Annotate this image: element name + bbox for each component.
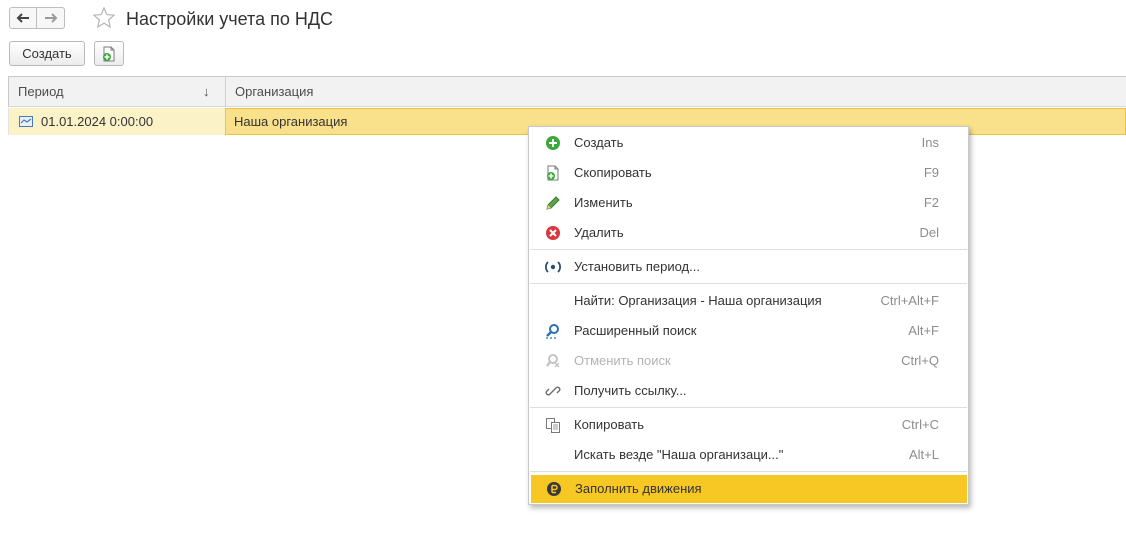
menu-item-shortcut: F2	[923, 195, 939, 210]
menu-item-label: Получить ссылку...	[574, 383, 687, 398]
menu-item-get-link[interactable]: Получить ссылку...	[530, 377, 967, 405]
add-copy-button[interactable]	[94, 41, 124, 66]
context-menu: Создать Ins Скопировать F9 Изменить F2 У…	[528, 126, 969, 505]
menu-item-shortcut: Ctrl+Alt+F	[880, 293, 939, 308]
link-icon	[545, 386, 561, 396]
menu-item-shortcut: Ctrl+Q	[901, 353, 939, 368]
period-icon	[545, 261, 561, 273]
menu-item-create[interactable]: Создать Ins	[530, 129, 967, 157]
create-button[interactable]: Создать	[9, 41, 85, 66]
menu-item-set-period[interactable]: Установить период...	[530, 253, 967, 281]
cell-period-text: 01.01.2024 0:00:00	[41, 114, 154, 129]
menu-item-shortcut: Ctrl+C	[901, 417, 939, 432]
menu-item-shortcut: Del	[919, 225, 939, 240]
menu-item-copy[interactable]: Копировать Ctrl+C	[530, 411, 967, 439]
sort-down-icon: ↓	[203, 84, 210, 99]
arrow-left-icon	[16, 13, 29, 23]
fill-movements-icon	[547, 482, 561, 496]
clipboard-copy-icon	[546, 418, 560, 433]
delete-red-icon	[546, 226, 560, 240]
add-green-icon	[546, 136, 560, 150]
star-icon[interactable]	[92, 6, 116, 30]
column-header-period[interactable]: Период	[8, 77, 225, 107]
menu-item-edit[interactable]: Изменить F2	[530, 189, 967, 217]
back-button[interactable]	[9, 7, 37, 29]
menu-item-label: Изменить	[574, 195, 633, 210]
menu-item-delete[interactable]: Удалить Del	[530, 219, 967, 247]
menu-item-label: Установить период...	[574, 259, 700, 274]
copy-doc-icon	[103, 46, 115, 61]
menu-separator	[530, 407, 967, 408]
forward-button[interactable]	[37, 7, 65, 29]
page-title: Настройки учета по НДС	[126, 9, 334, 29]
menu-item-label: Заполнить движения	[575, 481, 702, 496]
menu-item-shortcut: Ins	[921, 135, 939, 150]
menu-item-label: Найти: Организация - Наша организация	[574, 293, 822, 308]
menu-separator	[530, 471, 967, 472]
copy-doc-icon	[547, 165, 559, 181]
menu-item-search-everywhere[interactable]: Искать везде "Наша организаци..." Alt+L	[530, 441, 967, 469]
menu-item-shortcut: Alt+F	[908, 323, 939, 338]
menu-item-fill-movements[interactable]: Заполнить движения	[531, 475, 967, 503]
menu-item-advanced-search[interactable]: Расширенный поиск Alt+F	[530, 317, 967, 345]
menu-item-label: Искать везде "Наша организаци..."	[574, 447, 784, 462]
column-header-organization[interactable]: Организация	[225, 77, 1126, 107]
menu-separator	[530, 283, 967, 284]
menu-item-label: Удалить	[574, 225, 624, 240]
cell-organization-text: Наша организация	[234, 114, 348, 129]
arrow-right-icon	[44, 13, 57, 23]
search-icon	[546, 324, 559, 339]
cancel-search-icon	[546, 354, 560, 368]
menu-item-cancel-search: Отменить поиск Ctrl+Q	[530, 347, 967, 375]
menu-item-label: Создать	[574, 135, 624, 150]
menu-item-find[interactable]: Найти: Организация - Наша организация Ct…	[530, 287, 967, 315]
menu-item-shortcut: Alt+L	[909, 447, 939, 462]
register-record-icon	[19, 116, 33, 127]
pencil-icon	[546, 196, 560, 210]
menu-item-copy-record[interactable]: Скопировать F9	[530, 159, 967, 187]
menu-item-label: Копировать	[574, 417, 644, 432]
table-header: Период ↓ Организация	[8, 76, 1126, 107]
menu-separator	[530, 249, 967, 250]
column-header-label: Организация	[235, 84, 314, 99]
menu-item-label: Расширенный поиск	[574, 323, 697, 338]
menu-item-label: Отменить поиск	[574, 353, 671, 368]
column-header-label: Период	[18, 84, 64, 99]
menu-item-label: Скопировать	[574, 165, 652, 180]
menu-item-shortcut: F9	[923, 165, 939, 180]
cell-period[interactable]: 01.01.2024 0:00:00	[8, 108, 225, 135]
